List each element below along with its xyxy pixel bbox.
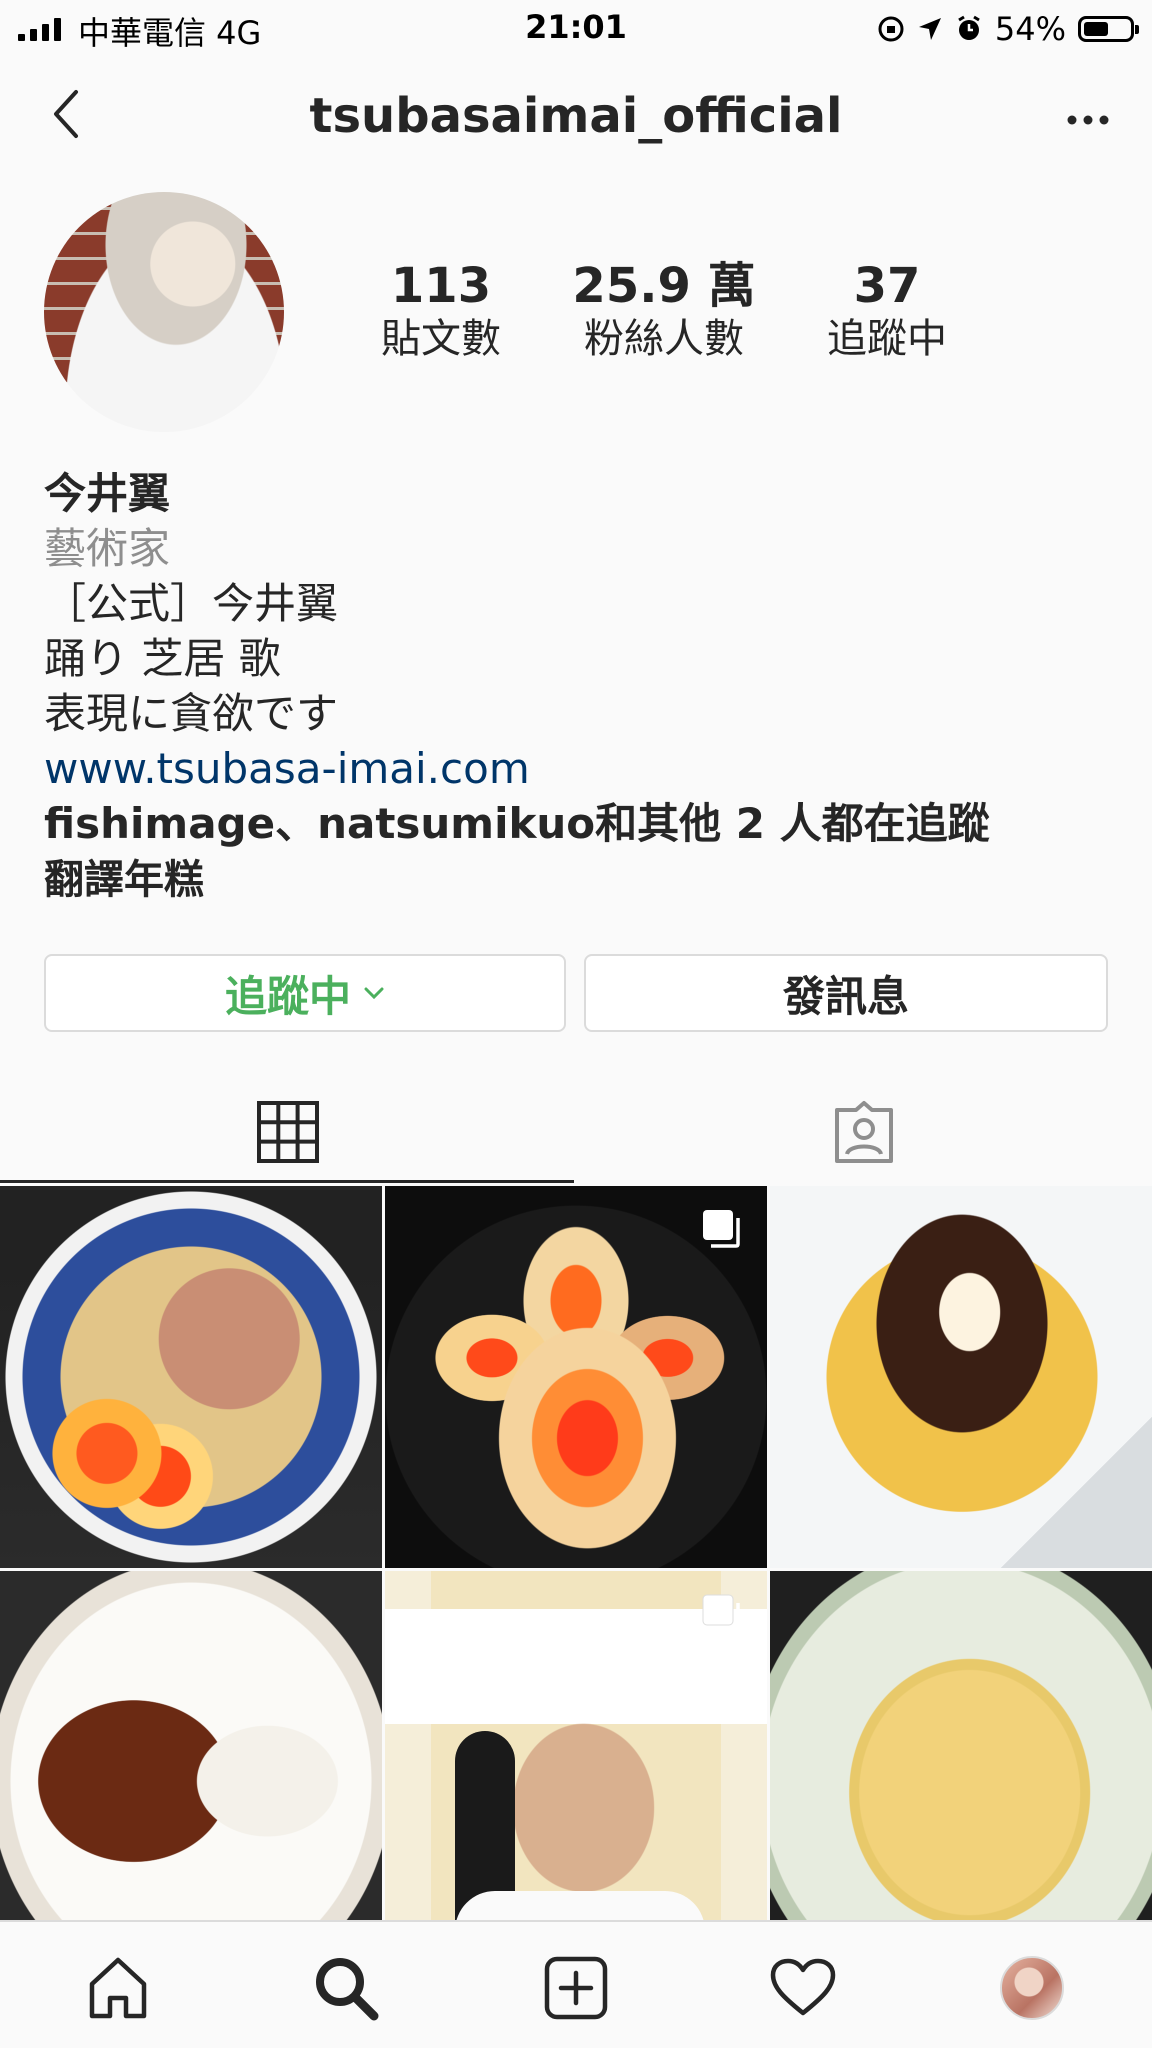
stat-following-value: 37: [853, 258, 921, 314]
bio-line: ［公式］今井翼: [44, 579, 339, 628]
home-tab[interactable]: [82, 1952, 154, 2024]
post-thumbnail[interactable]: [385, 1571, 767, 1922]
multiple-posts-icon: [703, 1210, 740, 1248]
status-icons: 54%: [877, 10, 1139, 48]
following-button[interactable]: 追蹤中: [44, 954, 566, 1032]
activity-tab[interactable]: [767, 1952, 839, 2024]
post-thumbnail[interactable]: [770, 1186, 1152, 1568]
stat-following[interactable]: 37 追蹤中: [777, 258, 997, 364]
stat-following-label: 追蹤中: [827, 316, 947, 362]
multiple-posts-icon: [702, 1594, 740, 1633]
new-post-tab[interactable]: [540, 1952, 612, 2024]
orientation-lock-icon: [878, 16, 904, 42]
chevron-down-icon: [364, 987, 384, 1000]
search-icon: [316, 1958, 379, 2021]
battery-icon: [1078, 16, 1139, 42]
stat-followers-label: 粉絲人數: [584, 316, 744, 362]
followed-by[interactable]: fishimage、natsumikuo和其他 2 人都在追蹤: [44, 796, 1114, 851]
posts-grid: [0, 1186, 1152, 1922]
alarm-icon: [958, 15, 980, 40]
profile-avatar[interactable]: [44, 192, 284, 432]
grid-icon: [257, 1101, 319, 1163]
post-thumbnail[interactable]: [0, 1571, 382, 1922]
more-horizontal-icon[interactable]: [1064, 100, 1112, 140]
activity-heart-icon: [770, 1958, 836, 2016]
website-link[interactable]: www.tsubasa-imai.com: [44, 741, 1114, 796]
profile-bio: 今井翼 藝術家 ［公式］今井翼 踊り 芝居 歌 表現に貪欲です www.tsub…: [44, 466, 1114, 908]
location-icon: [918, 18, 941, 40]
profile-avatar: [1000, 1956, 1064, 2020]
tab-tagged[interactable]: [576, 1080, 1152, 1184]
post-thumbnail[interactable]: [0, 1186, 382, 1568]
tab-active-indicator: [0, 1180, 574, 1183]
profile-name: 今井翼: [44, 469, 171, 518]
new-post-icon: [544, 1956, 608, 2020]
home-icon: [89, 1957, 147, 2019]
stat-posts-label: 貼文數: [381, 316, 501, 362]
translate-link[interactable]: 翻譯年糕: [44, 853, 1114, 908]
bio-line: 表現に貪欲です: [44, 689, 339, 738]
stat-followers-value: 25.9 萬: [572, 258, 756, 314]
tab-grid[interactable]: [0, 1080, 576, 1184]
stat-posts-value: 113: [390, 258, 492, 314]
battery-percent: 54%: [994, 10, 1066, 48]
profile-tab[interactable]: [996, 1952, 1068, 2024]
battery-fill: [1084, 22, 1108, 36]
stat-posts[interactable]: 113 貼文數: [331, 258, 551, 364]
tagged-icon: [835, 1101, 893, 1163]
bottom-tab-bar: [0, 1920, 1152, 2048]
message-button[interactable]: 發訊息: [584, 954, 1108, 1032]
post-thumbnail[interactable]: [770, 1571, 1152, 1922]
post-thumbnail[interactable]: [385, 1186, 767, 1568]
search-tab[interactable]: [310, 1952, 382, 2024]
profile-category: 藝術家: [44, 524, 171, 573]
stat-followers[interactable]: 25.9 萬 粉絲人數: [554, 258, 774, 364]
status-bar: 中華電信 4G 21:01 54%: [0, 0, 1152, 56]
following-label: 追蹤中: [224, 971, 351, 1021]
bio-line: 踊り 芝居 歌: [44, 634, 281, 683]
page-title: tsubasaimai_official: [309, 88, 843, 144]
